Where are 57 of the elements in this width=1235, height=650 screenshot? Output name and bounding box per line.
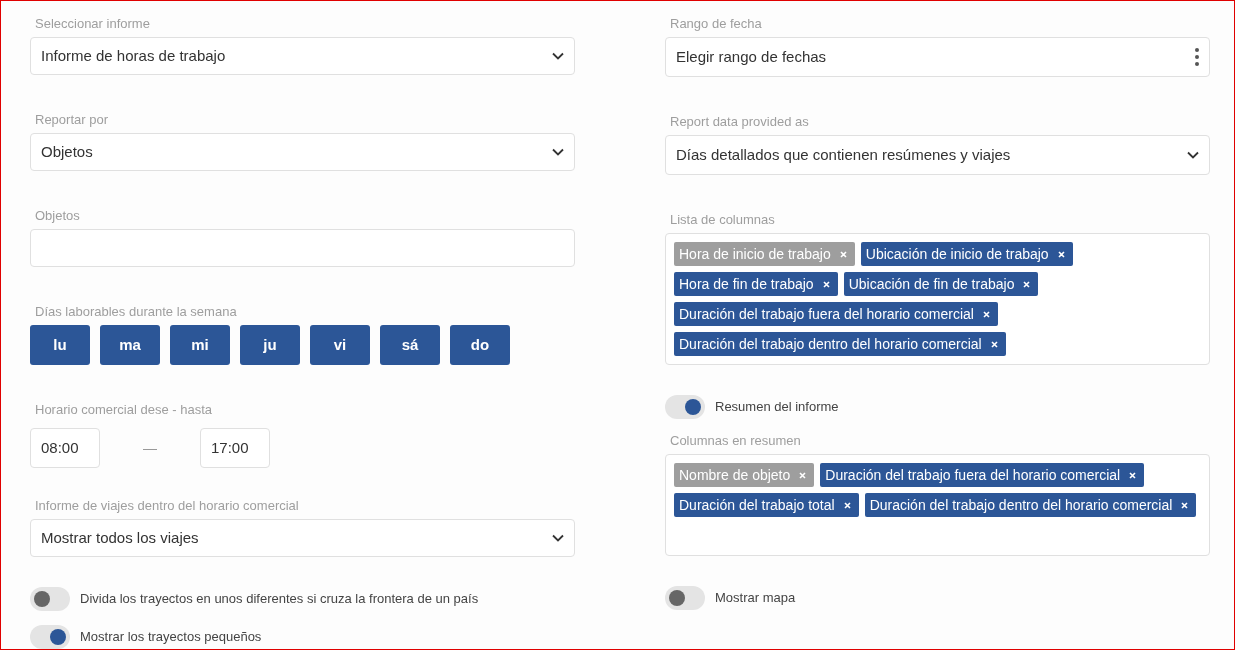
field-label: Seleccionar informe	[34, 16, 151, 32]
column-tag[interactable]: Duración del trabajo dentro del horario comercial	[674, 332, 1006, 356]
dropdown[interactable]: Días detallados que contienen resúmenes y viajes	[665, 135, 1210, 175]
toggle-switch[interactable]	[30, 587, 70, 611]
dropdown[interactable]: Mostrar todos los viajes	[30, 519, 575, 557]
weekday-button[interactable]: ma	[100, 325, 160, 365]
tag-list[interactable]: Nombre de objeto Duración del trabajo fuera del horario comercial Duración del trabajo total Duración del trabajo dentro del horario comercial	[665, 454, 1210, 556]
remove-icon[interactable]	[1129, 471, 1137, 479]
tag-list[interactable]	[665, 233, 1210, 365]
remove-icon[interactable]	[822, 280, 830, 288]
chevron-down-icon[interactable]	[552, 148, 564, 156]
column-tag[interactable]: Duración del trabajo total	[674, 493, 859, 517]
remove-icon[interactable]	[1023, 280, 1031, 288]
field-label: Lista de columnas	[669, 212, 776, 228]
toggle-switch[interactable]	[665, 586, 705, 610]
weekday-button[interactable]: lu	[30, 325, 90, 365]
time-field[interactable]: 17:00	[200, 428, 270, 468]
toggle-switch[interactable]	[30, 625, 70, 649]
column-tag[interactable]: Duración del trabajo fuera del horario comercial	[820, 463, 1145, 487]
dropdown[interactable]: Objetos	[30, 133, 575, 171]
column-tag[interactable]: Duración del trabajo fuera del horario comercial	[674, 302, 998, 326]
field-label: Informe de viajes dentro del horario comercial	[34, 498, 300, 514]
field-label: Horario comercial dese - hasta	[34, 402, 214, 418]
chevron-down-icon[interactable]	[1187, 151, 1199, 159]
toggle-label: Mostrar mapa	[715, 589, 796, 608]
dropdown[interactable]: Informe de horas de trabajo	[30, 37, 575, 75]
field-label: Columnas en resumen	[669, 433, 802, 449]
chevron-down-icon[interactable]	[552, 534, 564, 542]
toggle-label: Resumen del informe	[715, 398, 839, 417]
remove-icon[interactable]	[990, 340, 998, 348]
column-tag[interactable]: Duración del trabajo dentro del horario comercial	[864, 493, 1197, 517]
weekday-button[interactable]: mi	[170, 325, 230, 365]
remove-icon[interactable]	[1057, 250, 1065, 258]
remove-icon[interactable]	[1181, 501, 1189, 509]
field-label: Rango de fecha	[669, 16, 763, 32]
more-options-icon[interactable]	[1195, 48, 1199, 66]
time-field[interactable]: 08:00	[30, 428, 100, 468]
remove-icon[interactable]	[982, 310, 990, 318]
column-tag[interactable]: Ubicación de fin de trabajo	[843, 272, 1039, 296]
dropdown[interactable]: Elegir rango de fechas	[665, 37, 1210, 77]
weekday-button[interactable]: sá	[380, 325, 440, 365]
field-label: Reportar por	[34, 112, 109, 128]
toggle-switch[interactable]	[665, 395, 705, 419]
field-label: Días laborables durante la semana	[34, 304, 238, 320]
field-label: Report data provided as	[669, 114, 810, 130]
toggle-label: Mostrar los trayectos pequeños	[80, 628, 262, 647]
column-tag[interactable]: Ubicación de inicio de trabajo	[860, 242, 1073, 266]
column-tag[interactable]: Hora de fin de trabajo	[674, 272, 838, 296]
chevron-down-icon[interactable]	[552, 52, 564, 60]
weekday-button[interactable]: vi	[310, 325, 370, 365]
toggle-label: Divida los trayectos en unos diferentes si cruza la frontera de un país	[80, 590, 479, 609]
weekday-button[interactable]: ju	[240, 325, 300, 365]
dash-separator: —	[142, 438, 158, 458]
input-field[interactable]	[30, 229, 575, 267]
remove-icon[interactable]	[843, 501, 851, 509]
weekday-button[interactable]: do	[450, 325, 510, 365]
field-label: Objetos	[34, 208, 81, 224]
